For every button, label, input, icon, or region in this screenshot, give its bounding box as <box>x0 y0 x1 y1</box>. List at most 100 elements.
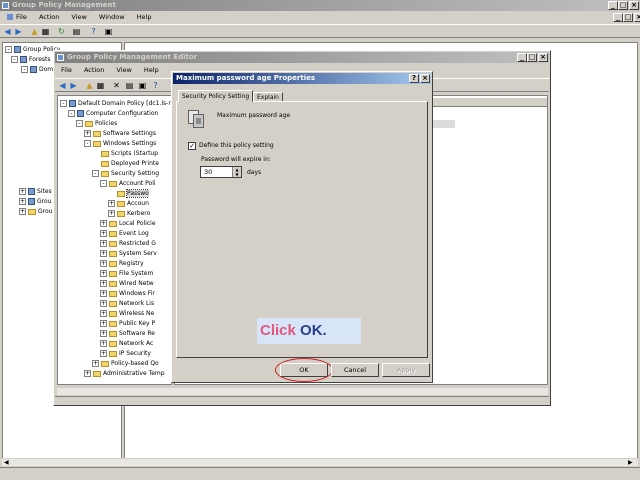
editor-menu-help[interactable]: Help <box>144 66 159 74</box>
help-icon[interactable]: ? <box>151 81 160 90</box>
collapse-icon[interactable]: - <box>21 66 28 73</box>
collapse-icon[interactable]: - <box>92 170 99 177</box>
close-icon[interactable]: × <box>420 74 430 83</box>
refresh-icon[interactable]: ↻ <box>57 27 66 36</box>
collapse-icon[interactable]: - <box>60 100 67 107</box>
gpm-horizontal-scrollbar[interactable]: ◀ ▶ <box>2 458 638 466</box>
collapse-icon[interactable]: - <box>11 56 18 63</box>
gpm-menu-action[interactable]: Action <box>39 13 59 21</box>
expand-icon[interactable]: + <box>100 230 107 237</box>
export-icon[interactable]: ▤ <box>72 27 81 36</box>
collapse-icon[interactable]: - <box>100 180 107 187</box>
properties-icon[interactable]: ▤ <box>125 81 134 90</box>
days-spinner[interactable]: 30 ▲ ▼ <box>200 166 242 178</box>
expand-icon[interactable]: + <box>100 310 107 317</box>
gpm-menu-help[interactable]: Help <box>137 13 152 21</box>
editor-tree-item[interactable]: + Policy-based Qo <box>92 359 159 369</box>
gpm-menu-file[interactable]: File <box>16 13 27 21</box>
editor-tree-item[interactable]: + Restricted G <box>100 239 156 249</box>
expand-icon[interactable]: + <box>100 250 107 257</box>
editor-tree-item[interactable]: Passwo <box>108 189 149 199</box>
define-policy-label[interactable]: Define this policy setting <box>199 142 274 149</box>
editor-tree-item[interactable]: - Default Domain Policy [dc1.ls-n <box>60 99 171 109</box>
gpm-tree-item[interactable]: - Dom <box>21 65 53 75</box>
collapse-icon[interactable]: - <box>76 120 83 127</box>
expand-icon[interactable]: + <box>100 220 107 227</box>
up-folder-icon[interactable]: ▲ <box>30 27 39 36</box>
expand-icon[interactable]: + <box>19 198 26 205</box>
gpm-tree-item[interactable]: + Sites <box>19 187 52 197</box>
editor-tree-item[interactable]: + Local Policie <box>100 219 156 229</box>
editor-tree-item[interactable]: + Network Ac <box>100 339 153 349</box>
editor-tree-item[interactable]: + Windows Fir <box>100 289 155 299</box>
gpm-tree-item[interactable]: + Grou <box>19 197 51 207</box>
help-icon[interactable]: ? <box>409 74 419 83</box>
maximize-icon[interactable]: □ <box>527 53 537 62</box>
editor-tree-item[interactable]: + File System <box>100 269 153 279</box>
editor-tree-item[interactable]: + Event Log <box>100 229 149 239</box>
expand-icon[interactable]: + <box>19 208 26 215</box>
tab-security-policy-setting[interactable]: Security Policy Setting <box>178 90 254 102</box>
expand-icon[interactable]: + <box>100 300 107 307</box>
collapse-icon[interactable]: - <box>84 140 91 147</box>
editor-tree-item[interactable]: - Account Poli <box>100 179 156 189</box>
forward-icon[interactable]: ▶ <box>14 27 23 36</box>
gpm-child-minimize-icon[interactable]: _ <box>613 13 623 22</box>
expand-icon[interactable]: + <box>100 280 107 287</box>
editor-tree-item[interactable]: + Kerbero <box>108 209 150 219</box>
cancel-button[interactable]: Cancel <box>331 363 379 377</box>
define-policy-checkbox[interactable]: ✓ <box>188 142 196 150</box>
expand-icon[interactable]: + <box>100 260 107 267</box>
minimize-icon[interactable]: _ <box>608 1 618 10</box>
editor-tree-item[interactable]: + Network Lis <box>100 299 154 309</box>
expand-icon[interactable]: + <box>100 330 107 337</box>
editor-tree-item[interactable]: + Administrative Temp <box>84 369 165 379</box>
editor-titlebar[interactable]: Group Policy Management Editor _ □ × <box>55 52 549 63</box>
minimize-icon[interactable]: _ <box>517 53 527 62</box>
days-value[interactable]: 30 <box>204 168 212 176</box>
expand-icon[interactable]: + <box>100 270 107 277</box>
gpm-child-restore-icon[interactable]: □ <box>623 13 633 22</box>
editor-menu-view[interactable]: View <box>116 66 131 74</box>
editor-tree-item[interactable]: + System Serv <box>100 249 157 259</box>
gpm-titlebar[interactable]: Group Policy Management _ □ × <box>0 0 640 11</box>
editor-tree-item[interactable]: - Computer Configuration <box>68 109 158 119</box>
maximize-icon[interactable]: □ <box>618 1 628 10</box>
editor-horizontal-scrollbar[interactable] <box>57 387 548 395</box>
expand-icon[interactable]: + <box>108 200 115 207</box>
editor-tree-item[interactable]: + Public Key P <box>100 319 155 329</box>
gpm-menu-window[interactable]: Window <box>99 13 125 21</box>
help-icon[interactable]: ? <box>89 27 98 36</box>
expand-icon[interactable]: + <box>108 210 115 217</box>
expand-icon[interactable]: + <box>92 360 99 367</box>
back-icon[interactable]: ◀ <box>58 81 67 90</box>
close-icon[interactable]: × <box>538 53 548 62</box>
forward-icon[interactable]: ▶ <box>69 81 78 90</box>
close-icon[interactable]: × <box>629 1 639 10</box>
spin-down-icon[interactable]: ▼ <box>232 172 241 177</box>
expand-icon[interactable]: + <box>84 130 91 137</box>
back-icon[interactable]: ◀ <box>3 27 12 36</box>
expand-icon[interactable]: + <box>100 240 107 247</box>
editor-tree-item[interactable]: + Software Settings <box>84 129 156 139</box>
expand-icon[interactable]: + <box>100 340 107 347</box>
editor-tree-item[interactable]: + Wired Netw <box>100 279 154 289</box>
gpm-menu-view[interactable]: View <box>71 13 86 21</box>
collapse-icon[interactable]: - <box>5 46 12 53</box>
gpm-child-close-icon[interactable]: × <box>634 13 640 22</box>
scroll-left-icon[interactable]: ◀ <box>4 459 9 466</box>
scroll-right-icon[interactable]: ▶ <box>628 459 633 466</box>
expand-icon[interactable]: + <box>100 350 107 357</box>
expand-icon[interactable]: + <box>84 370 91 377</box>
show-hide-tree-icon[interactable]: ▦ <box>41 27 50 36</box>
export-icon[interactable]: ▣ <box>138 81 147 90</box>
expand-icon[interactable]: + <box>19 188 26 195</box>
editor-tree-item[interactable]: Scripts (Startup <box>92 149 158 159</box>
editor-tree-item[interactable]: - Policies <box>76 119 117 129</box>
editor-tree-item[interactable]: + Software Re <box>100 329 155 339</box>
delete-icon[interactable]: ✕ <box>112 81 121 90</box>
editor-menu-action[interactable]: Action <box>84 66 104 74</box>
editor-menu-file[interactable]: File <box>61 66 72 74</box>
gpm-tree-item[interactable]: - Forests <box>11 55 51 65</box>
properties-icon[interactable]: ▣ <box>104 27 113 36</box>
